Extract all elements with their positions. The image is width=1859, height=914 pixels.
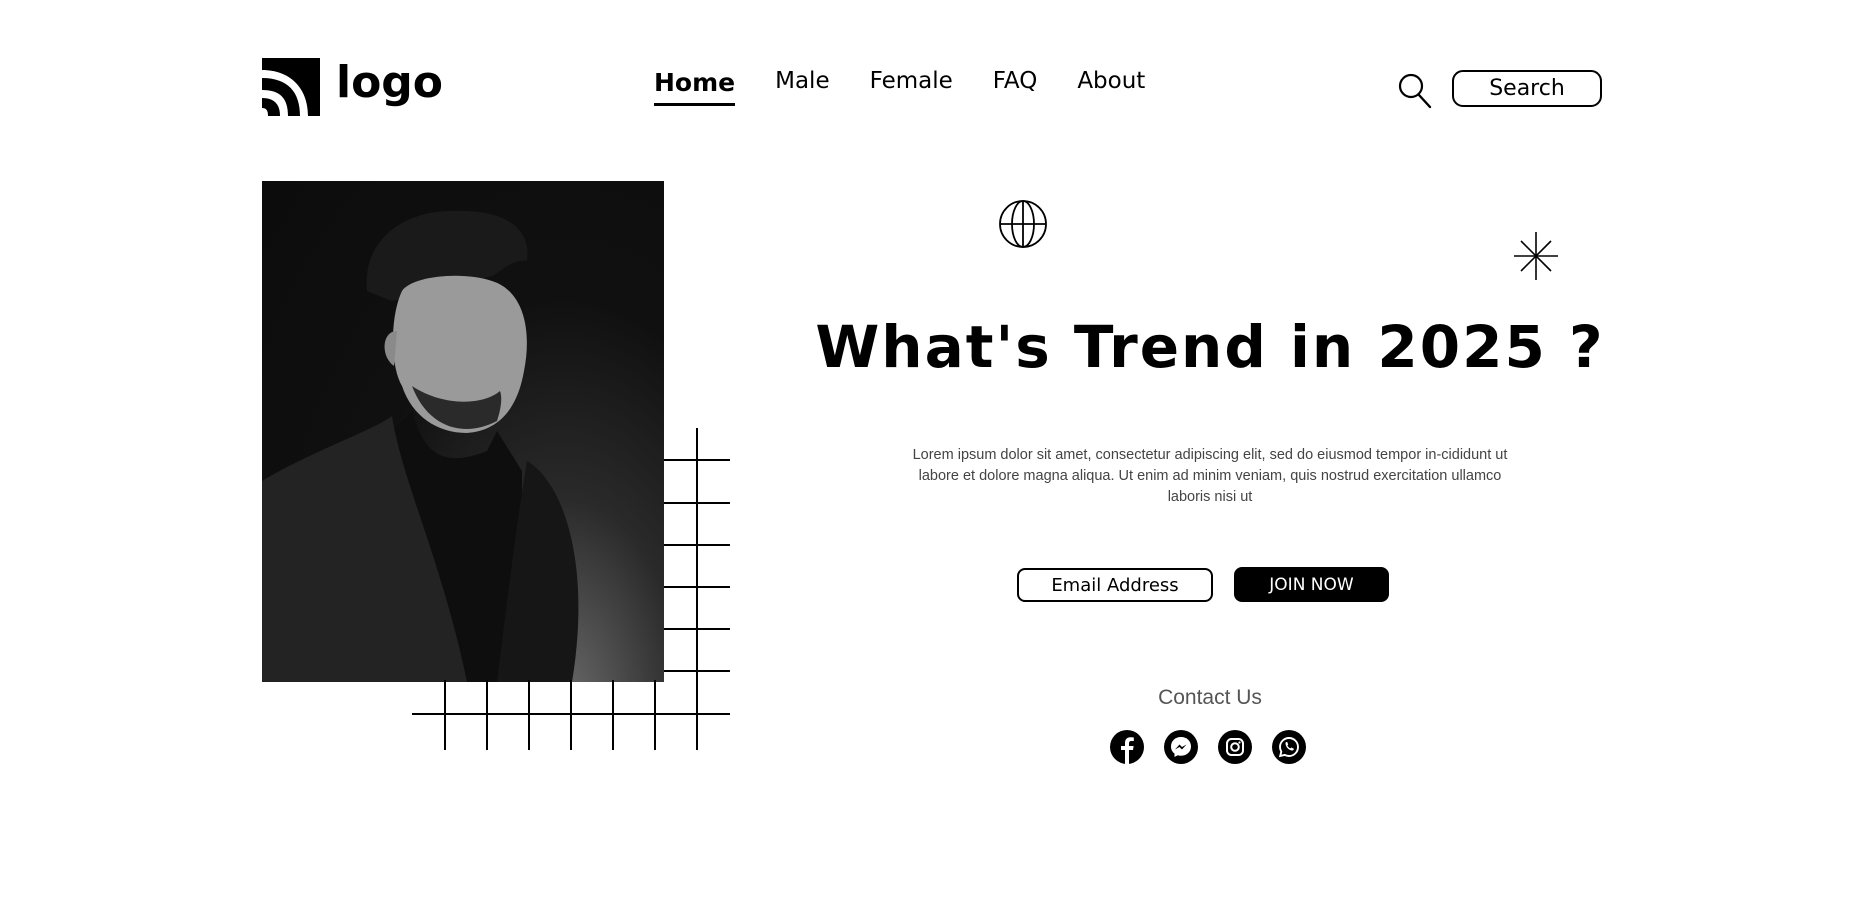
join-now-button[interactable]: JOIN NOW (1234, 567, 1389, 602)
logo[interactable]: logo (262, 58, 443, 116)
contact-title: Contact Us (1158, 686, 1262, 709)
hero-headline: What's Trend in 2025 ? (815, 313, 1605, 381)
grid-decoration (412, 428, 730, 750)
logo-text: logo (336, 57, 444, 108)
logo-mark-icon (262, 58, 320, 116)
hero-description: Lorem ipsum dolor sit amet, consectetur … (912, 447, 1508, 505)
whatsapp-icon[interactable] (1272, 730, 1306, 764)
facebook-icon[interactable] (1110, 730, 1144, 764)
search-button[interactable]: Search (1452, 70, 1602, 107)
main-nav: Home Male Female FAQ About (654, 70, 1185, 106)
nav-female[interactable]: Female (870, 70, 953, 106)
nav-about[interactable]: About (1077, 70, 1145, 106)
email-field[interactable]: Email Address (1017, 568, 1213, 602)
nav-home[interactable]: Home (654, 70, 736, 106)
landing-page: logo Home Male Female FAQ About Search W… (0, 0, 1859, 914)
instagram-icon[interactable] (1218, 730, 1252, 764)
nav-male[interactable]: Male (775, 70, 829, 106)
nav-faq[interactable]: FAQ (993, 70, 1038, 106)
globe-icon (999, 200, 1047, 248)
messenger-icon[interactable] (1164, 730, 1198, 764)
social-links (1110, 730, 1326, 764)
search-icon[interactable] (1398, 72, 1432, 110)
sparkle-icon (1514, 232, 1558, 280)
